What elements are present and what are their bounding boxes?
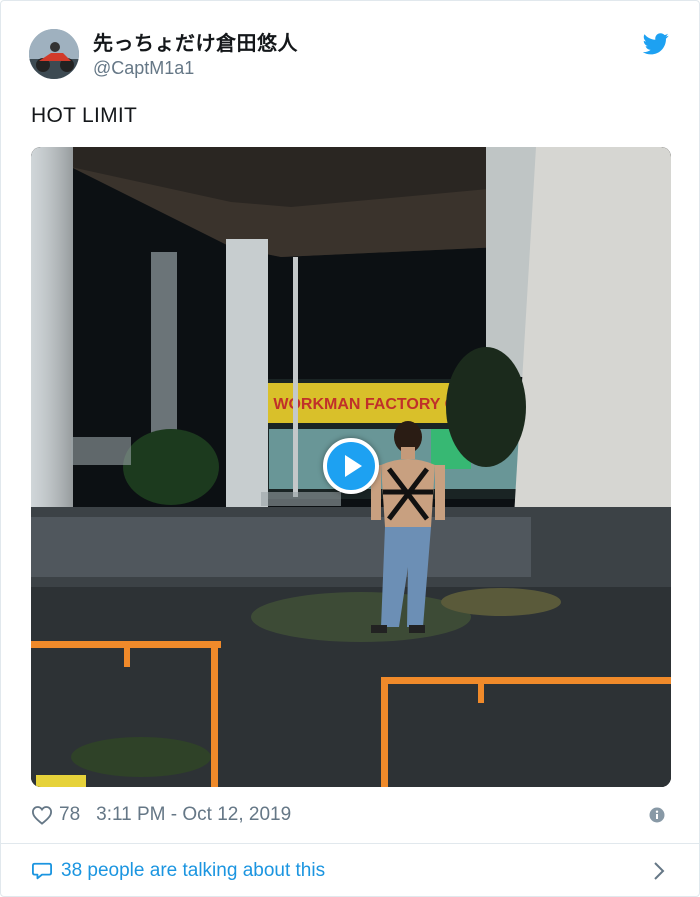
tweet-video[interactable]: WORKMAN FACTORY OUTLET <box>31 147 671 787</box>
divider <box>1 843 699 844</box>
tweet-meta: 78 3:11 PM - Oct 12, 2019 <box>31 801 291 829</box>
play-icon <box>345 455 362 477</box>
comment-icon <box>31 862 52 880</box>
like-count: 78 <box>59 804 81 825</box>
info-icon[interactable] <box>649 807 665 823</box>
heart-icon <box>31 806 53 825</box>
user-handle[interactable]: @CaptM1a1 <box>93 55 298 81</box>
tweet-timestamp[interactable]: 3:11 PM - Oct 12, 2019 <box>96 804 291 826</box>
chevron-right-icon <box>654 862 665 880</box>
avatar-image <box>29 29 79 79</box>
conversation-link[interactable]: 38 people are talking about this <box>31 857 669 885</box>
avatar[interactable] <box>29 29 79 79</box>
twitter-bird-icon[interactable] <box>643 33 669 55</box>
tweet-header: 先っちょだけ倉田悠人 @CaptM1a1 <box>29 29 671 83</box>
display-name[interactable]: 先っちょだけ倉田悠人 <box>93 31 298 55</box>
tweet-embed-card: 先っちょだけ倉田悠人 @CaptM1a1 HOT LIMIT WORKMAN F… <box>0 0 700 897</box>
like-button[interactable]: 78 <box>31 804 96 826</box>
play-button[interactable] <box>323 438 379 494</box>
conversation-link-label: 38 people are talking about this <box>61 860 326 881</box>
tweet-text: HOT LIMIT <box>31 104 138 127</box>
user-info: 先っちょだけ倉田悠人 @CaptM1a1 <box>93 31 298 81</box>
